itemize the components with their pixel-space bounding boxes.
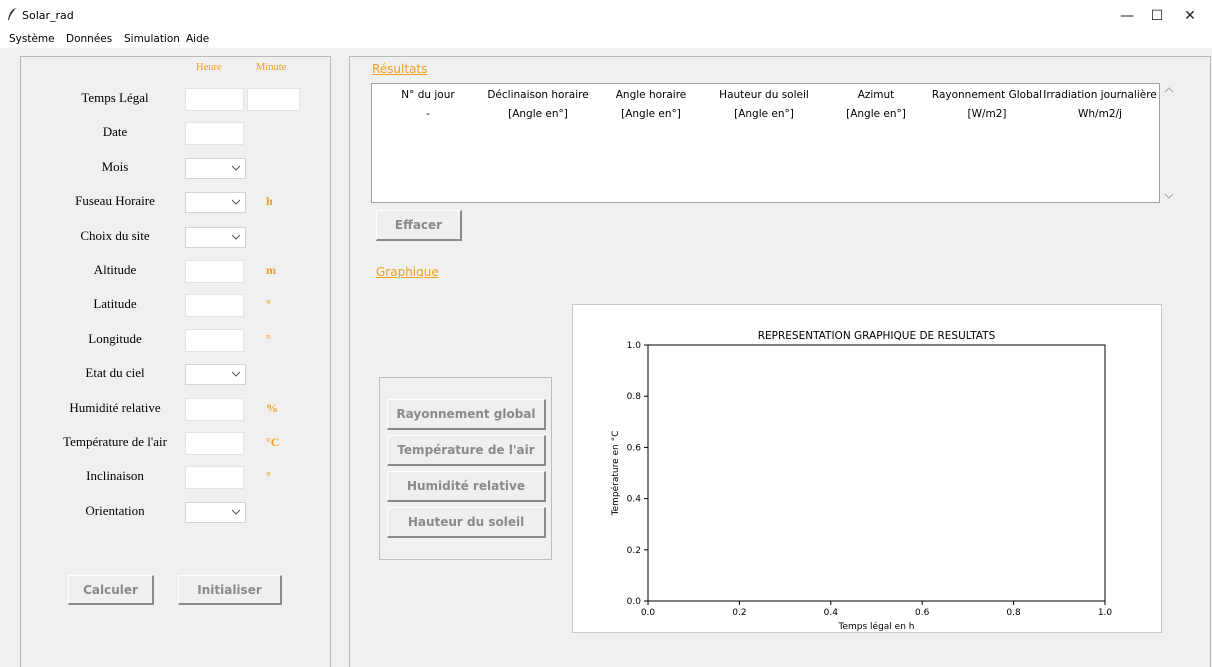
results-title: Résultats <box>372 62 428 76</box>
x-tick-label: 0.8 <box>1006 608 1021 618</box>
x-tick-label: 0.2 <box>732 608 746 618</box>
unit-label: h <box>266 194 273 209</box>
unit-label: % <box>266 400 278 415</box>
chevron-down-icon <box>231 234 241 240</box>
initialiser-button[interactable]: Initialiser <box>178 575 282 605</box>
field-label: Choix du site <box>80 227 150 243</box>
title-bar <box>0 0 1212 32</box>
input-panel <box>20 56 331 667</box>
table-header: Rayonnement Global <box>931 89 1043 101</box>
scroll-up-icon[interactable] <box>1164 86 1174 94</box>
effacer-button[interactable]: Effacer <box>376 210 462 241</box>
field-label: Temps Légal <box>81 90 149 105</box>
unit-label: m <box>266 263 276 277</box>
y-tick-label: 0.2 <box>627 546 641 556</box>
y-tick-label: 0.8 <box>627 392 642 402</box>
field-label: Altitude <box>93 262 137 277</box>
maximize-button[interactable]: ☐ <box>1142 4 1172 28</box>
table-cell: [W/m2] <box>967 108 1007 120</box>
field-label: Date <box>102 124 128 140</box>
field-select[interactable] <box>185 226 246 248</box>
table-cell: [Angle en°] <box>734 108 794 120</box>
x-tick-label: 0.0 <box>641 608 656 618</box>
x-tick-label: 1.0 <box>1098 608 1113 618</box>
table-header: N° du jour <box>401 89 455 101</box>
results-table: N° du jour - Déclinaison horaire [Angle en°… <box>371 83 1160 203</box>
table-cell: [Angle en°] <box>846 108 906 120</box>
unit-label: ° <box>266 331 271 346</box>
x-tick-label: 0.6 <box>915 608 930 618</box>
heure-header: Heure <box>196 62 222 73</box>
menu-bar: Système Données Simulation Aide <box>0 32 1212 48</box>
chart-title: REPRESENTATION GRAPHIQUE DE RESULTATS <box>758 330 996 342</box>
minute-input[interactable] <box>247 88 300 111</box>
chart-svg: REPRESENTATION GRAPHIQUE DE RESULTATS 0.0… <box>610 330 1113 632</box>
table-header: Déclinaison horaire <box>487 89 589 101</box>
y-tick-label: 0.0 <box>627 597 642 607</box>
y-axis-label: Température en °C <box>610 431 621 517</box>
table-cell: - <box>426 108 430 120</box>
field-input[interactable] <box>185 88 244 111</box>
calculer-button[interactable]: Calculer <box>68 575 154 605</box>
unit-label: °C <box>266 435 280 449</box>
scroll-down-icon[interactable] <box>1164 192 1174 200</box>
chevron-down-icon <box>231 509 241 515</box>
field-select[interactable] <box>185 192 246 214</box>
menu-systeme[interactable]: Système <box>9 33 55 45</box>
menu-donnees[interactable]: Données <box>66 33 112 45</box>
field-input[interactable] <box>185 260 244 283</box>
close-button[interactable]: ✕ <box>1175 4 1205 28</box>
field-input[interactable] <box>185 432 244 455</box>
x-axis-label: Temps légal en h <box>838 621 915 632</box>
unit-label: ° <box>266 297 271 312</box>
field-label: Température de l'air <box>63 434 167 449</box>
table-header: Hauteur du soleil <box>719 89 809 101</box>
menu-aide[interactable]: Aide <box>186 33 209 45</box>
field-label: Latitude <box>93 296 137 312</box>
graph-button[interactable]: Rayonnement global <box>387 399 546 430</box>
field-input[interactable] <box>185 294 244 318</box>
field-select[interactable] <box>185 501 246 523</box>
table-header: Angle horaire <box>615 89 687 101</box>
graph-title: Graphique <box>376 265 439 279</box>
field-label: Fuseau Horaire <box>75 193 155 209</box>
table-header: Azimut <box>857 89 895 101</box>
y-tick-label: 0.6 <box>627 443 642 453</box>
graph-button[interactable]: Humidité relative <box>387 471 546 502</box>
x-tick-label: 0.4 <box>824 608 839 618</box>
minimize-button[interactable]: — <box>1112 4 1142 28</box>
chevron-down-icon <box>231 371 241 377</box>
field-label: Orientation <box>85 502 145 518</box>
field-input[interactable] <box>185 466 244 490</box>
field-select[interactable] <box>185 364 246 386</box>
y-tick-label: 0.4 <box>627 495 642 505</box>
table-cell: [Angle en°] <box>508 108 568 120</box>
field-label: Humidité relative <box>69 399 161 415</box>
unit-label: ° <box>266 469 271 484</box>
table-header: Irradiation journalière <box>1043 89 1157 101</box>
window-title: Solar_rad <box>22 9 74 22</box>
chevron-down-icon <box>231 165 241 171</box>
graph-button[interactable]: Hauteur du soleil <box>387 507 546 538</box>
field-input[interactable] <box>185 328 244 352</box>
field-input[interactable] <box>185 397 244 421</box>
table-cell: Wh/m2/j <box>1078 108 1122 120</box>
field-label: Etat du ciel <box>85 365 145 381</box>
chevron-down-icon <box>231 199 241 205</box>
table-cell: [Angle en°] <box>621 108 681 120</box>
graph-button[interactable]: Température de l'air <box>387 435 546 466</box>
minute-header: Minute <box>256 62 287 73</box>
chart-frame: REPRESENTATION GRAPHIQUE DE RESULTATS 0.0… <box>572 304 1162 633</box>
field-label: Inclinaison <box>86 468 144 484</box>
field-select[interactable] <box>185 157 246 179</box>
field-input[interactable] <box>185 122 244 146</box>
y-tick-label: 1.0 <box>627 341 642 351</box>
feather-icon <box>8 8 16 20</box>
menu-simulation[interactable]: Simulation <box>124 33 180 45</box>
field-label: Longitude <box>88 330 142 346</box>
field-label: Mois <box>101 158 129 174</box>
plot-area <box>647 344 1106 602</box>
